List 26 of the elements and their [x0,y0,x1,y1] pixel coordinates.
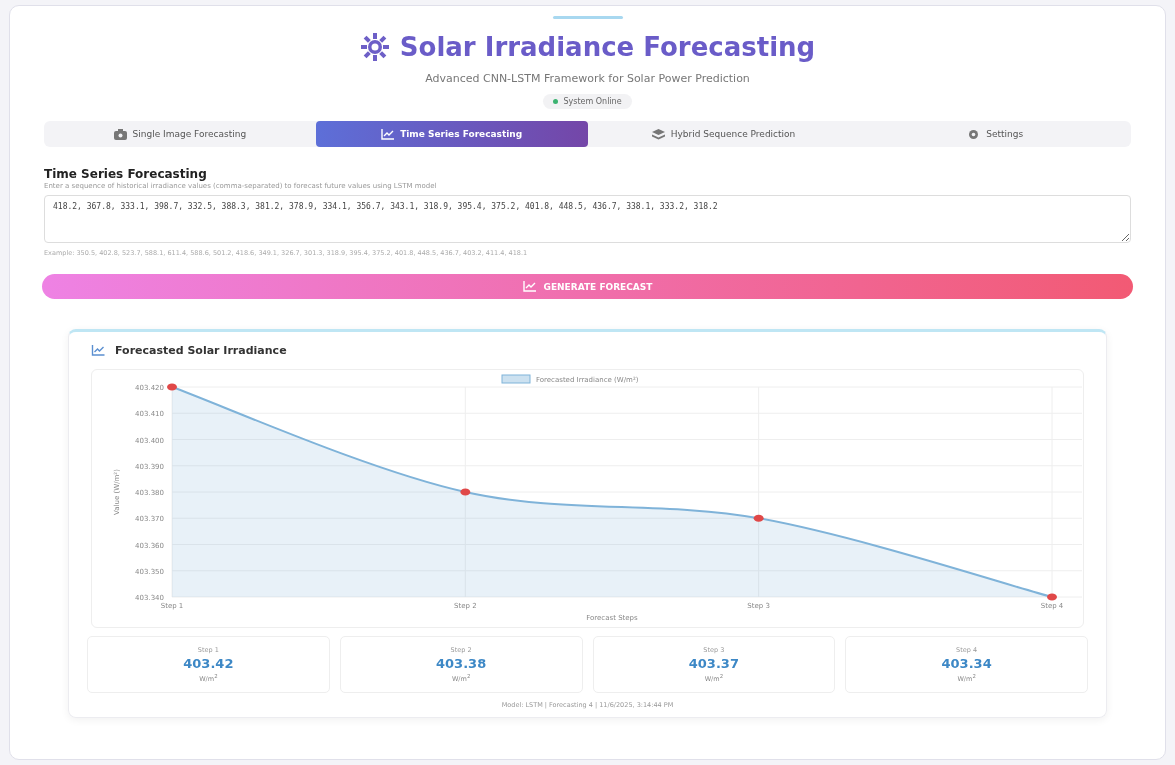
camera-icon [113,128,127,140]
data-point [753,514,764,522]
section-title: Time Series Forecasting [44,167,208,181]
tab[interactable]: Single Image Forecasting [44,121,316,147]
step-value: 403.42 [183,655,234,671]
data-point [460,488,471,496]
step-value: 403.37 [688,655,739,671]
tab[interactable]: Hybrid Sequence Prediction [587,121,860,147]
status-badge: System Online [543,94,632,109]
legend-swatch [501,374,531,384]
chart-icon [381,128,395,140]
chart-icon [522,281,536,292]
results-title: Forecasted Solar Irradiance [115,344,287,357]
app-title: Solar Irradiance Forecasting [399,32,816,62]
sun-icon [359,32,390,62]
values-input[interactable]: 418.2, 367.8, 333.1, 398.7, 332.5, 388.3, 381.2, 378.9, 334.1, 356.7, 343.1, 318.9, 395.4, 375.2, 401.8, 448.5, 436.7, 338.1, 333.2, 318.2 [44,195,1131,243]
step-value: 403.38 [436,655,487,671]
step-value: 403.34 [941,655,992,671]
data-point [167,383,177,391]
stack-icon [651,128,665,140]
gear-icon [967,128,981,140]
tab[interactable]: Settings [859,121,1131,147]
data-point [1047,593,1057,601]
app-subtitle: Advanced CNN-LSTM Framework for Solar Power Prediction [425,72,750,85]
tab[interactable]: Time Series Forecasting [315,121,588,147]
chart-icon [91,345,105,356]
